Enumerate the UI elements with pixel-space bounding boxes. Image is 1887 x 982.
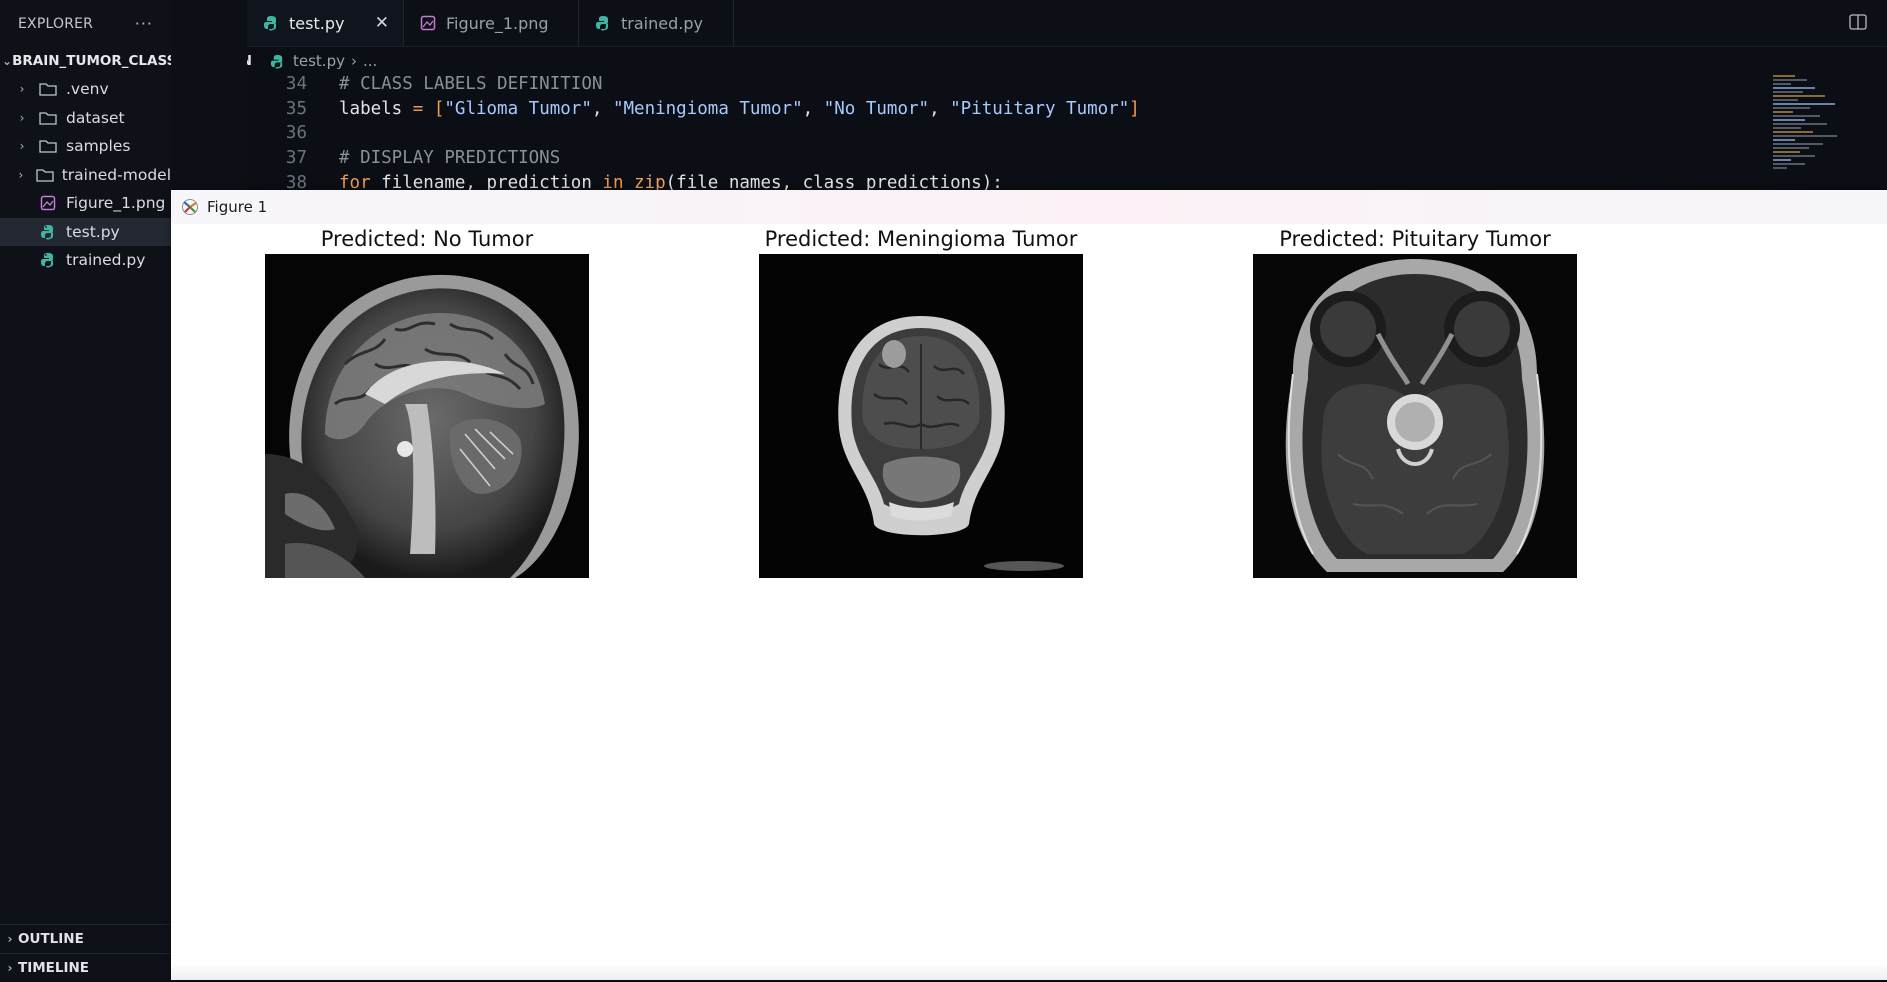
file-label: test.py (66, 222, 120, 241)
figure-window: Figure 1 Predicted: No Tumor Predicted: … (171, 190, 1887, 980)
file-trained-py[interactable]: trained.py (0, 246, 171, 275)
chevron-right-icon: › (19, 139, 25, 154)
editor-gutter-bg (171, 0, 247, 190)
close-icon[interactable]: ✕ (375, 13, 389, 33)
tab-test-py[interactable]: test.py ✕ (247, 0, 404, 46)
folder-icon (36, 168, 54, 182)
folder-trained-model[interactable]: › trained-model (0, 161, 171, 190)
folder-label: samples (66, 137, 131, 156)
folder-label: dataset (66, 108, 125, 127)
code-text: filename, prediction (370, 172, 603, 190)
code-punct: , (929, 98, 951, 119)
chevron-down-icon: ⌄ (2, 54, 13, 68)
matplotlib-icon (181, 198, 199, 216)
folder-icon (38, 111, 58, 125)
code-text: (file_names, class_predictions): (665, 172, 1003, 190)
tab-label: trained.py (621, 13, 703, 33)
chevron-right-icon: › (7, 961, 13, 975)
outline-section[interactable]: › OUTLINE (0, 924, 171, 953)
code-punct: ] (1129, 98, 1140, 119)
timeline-label: TIMELINE (18, 960, 90, 976)
folder-label: trained-model (61, 165, 171, 184)
mri-coronal-image (759, 254, 1083, 578)
chevron-right-icon: › (19, 110, 25, 125)
figure-titlebar[interactable]: Figure 1 (171, 190, 1887, 224)
file-test-py[interactable]: test.py (0, 217, 171, 246)
breadcrumb-separator: › (350, 52, 357, 70)
folder-samples[interactable]: › samples (0, 132, 171, 161)
tab-label: test.py (289, 13, 345, 33)
image-icon (38, 195, 58, 211)
code-line: 38 for filename, prediction in zip (file_… (247, 170, 1777, 190)
code-comment: # DISPLAY PREDICTIONS (339, 148, 561, 169)
code-comment: # CLASS LABELS DEFINITION (339, 74, 603, 95)
line-number: 34 (285, 74, 307, 95)
timeline-section[interactable]: › TIMELINE (0, 953, 171, 982)
python-icon (38, 224, 58, 240)
code-line: 34 # CLASS LABELS DEFINITION (247, 72, 1777, 97)
line-number: 37 (285, 148, 307, 169)
project-root[interactable]: ⌄ BRAIN_TUMOR_CLASSIFICATION (0, 47, 252, 75)
more-actions-icon[interactable]: ··· (135, 14, 153, 33)
tab-label: Figure_1.png (446, 13, 549, 33)
code-keyword: for (339, 172, 371, 190)
figure-panel-1: Predicted: No Tumor (265, 224, 589, 578)
panel-title: Predicted: Pituitary Tumor (1279, 227, 1551, 251)
code-operator: = [ (402, 98, 445, 119)
folder-icon (38, 82, 58, 96)
code-line: 35 labels = ["Glioma Tumor", "Meningioma… (247, 97, 1777, 122)
chevron-right-icon: › (19, 82, 25, 97)
explorer-header: EXPLORER ··· (0, 0, 171, 47)
python-icon (595, 15, 611, 31)
mri-sagittal-image (265, 254, 589, 578)
folder-dataset[interactable]: › dataset (0, 104, 171, 133)
line-number: 36 (285, 123, 307, 144)
minimap[interactable] (1765, 72, 1865, 190)
figure-title: Figure 1 (207, 198, 268, 216)
file-label: Figure_1.png (66, 194, 166, 213)
code-string: "Glioma Tumor" (444, 98, 592, 119)
sidebar-bottom: › OUTLINE › TIMELINE (0, 924, 171, 982)
python-icon (270, 54, 285, 69)
chevron-right-icon: › (7, 932, 13, 946)
breadcrumb-more[interactable]: ... (363, 52, 377, 70)
code-string: "Meningioma Tumor" (612, 98, 803, 119)
panel-title: Predicted: No Tumor (320, 227, 534, 251)
folder-venv[interactable]: › .venv (0, 75, 171, 104)
figure-panel-3: Predicted: Pituitary Tumor (1253, 224, 1577, 578)
breadcrumb: test.py › ... (270, 50, 377, 72)
chevron-right-icon: › (18, 167, 24, 182)
tab-trained-py[interactable]: trained.py (579, 0, 734, 46)
code-function: zip (623, 172, 666, 190)
code-punct: , (591, 98, 613, 119)
panel-title: Predicted: Meningioma Tumor (764, 227, 1078, 251)
code-line: 36 (247, 121, 1777, 146)
code-variable: labels (339, 98, 403, 119)
file-figure-png[interactable]: Figure_1.png (0, 189, 171, 218)
folder-icon (38, 139, 58, 153)
file-label: trained.py (66, 251, 146, 270)
code-line: 37 # DISPLAY PREDICTIONS (247, 146, 1777, 171)
line-number: 35 (285, 98, 307, 119)
breadcrumb-file[interactable]: test.py (293, 52, 345, 70)
split-editor-icon[interactable] (1849, 14, 1867, 34)
code-editor[interactable]: 34 # CLASS LABELS DEFINITION 35 labels =… (247, 72, 1777, 190)
code-string: "No Tumor" (823, 98, 930, 119)
code-keyword: in (602, 172, 624, 190)
folder-label: .venv (66, 80, 109, 99)
figure-panel-2: Predicted: Meningioma Tumor (759, 224, 1083, 578)
python-icon (38, 252, 58, 268)
tab-figure-png[interactable]: Figure_1.png (404, 0, 579, 46)
image-icon (420, 15, 436, 31)
code-string: "Pituitary Tumor" (950, 98, 1130, 119)
python-icon (263, 15, 279, 31)
line-number: 38 (285, 172, 307, 190)
editor-tabs: test.py ✕ Figure_1.png trained.py (247, 0, 1887, 47)
outline-label: OUTLINE (18, 931, 84, 947)
explorer-title: EXPLORER (18, 15, 94, 32)
code-punct: , (802, 98, 824, 119)
explorer-sidebar: EXPLORER ··· ⌄ BRAIN_TUMOR_CLASSIFICATIO… (0, 0, 252, 982)
mri-axial-image (1253, 254, 1577, 578)
figure-window-edge (171, 964, 1887, 980)
